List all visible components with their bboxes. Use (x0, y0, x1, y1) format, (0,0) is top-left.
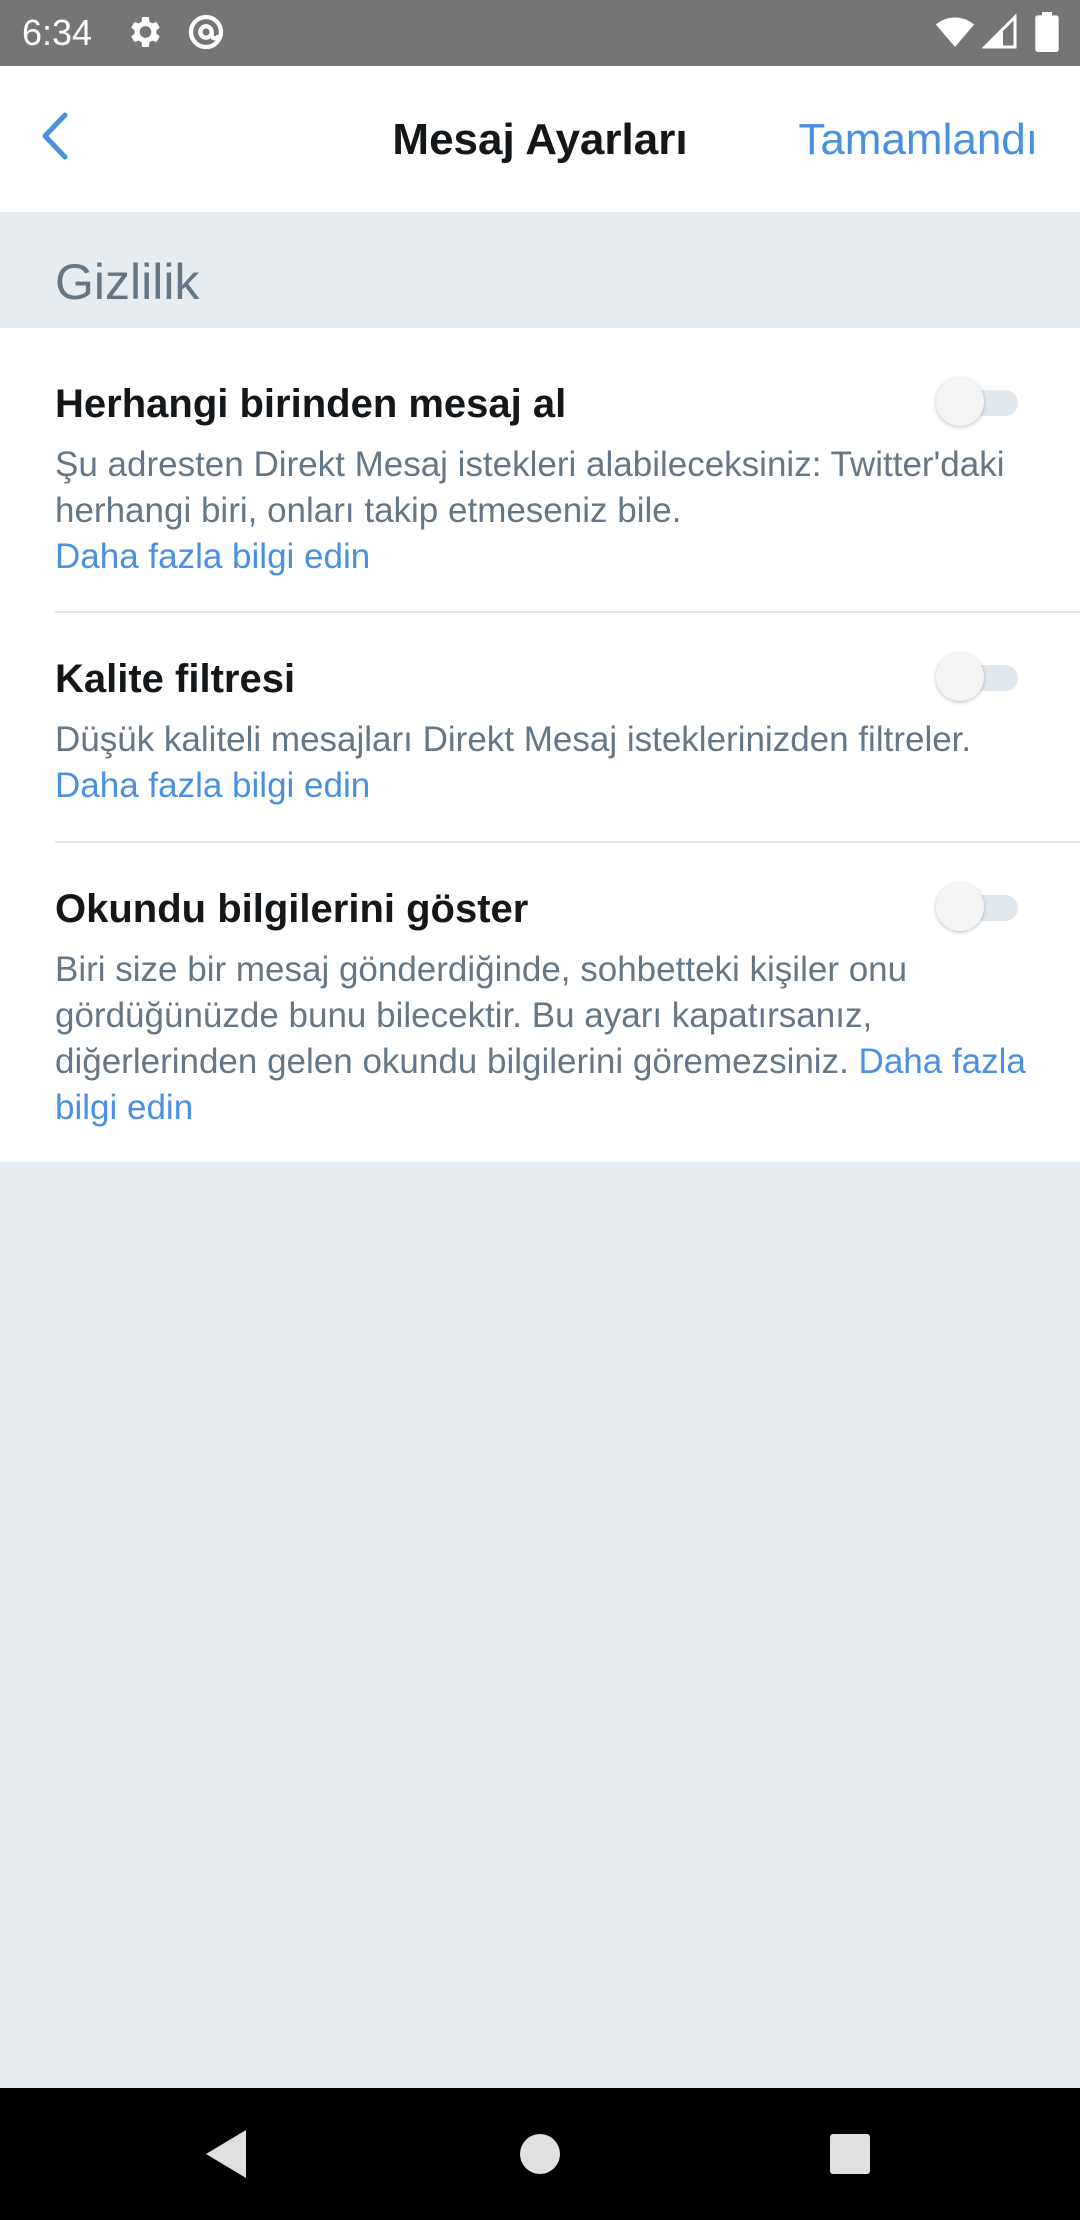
learn-more-link[interactable]: Daha fazla bilgi edin (55, 766, 370, 805)
setting-description: Biri size bir mesaj gönderdiğinde, sohbe… (55, 947, 1045, 1131)
recents-square-icon (830, 2134, 870, 2174)
setting-description-text: Şu adresten Direkt Mesaj istekleri alabi… (55, 445, 1005, 530)
signal-icon (982, 13, 1017, 49)
setting-item-read-receipts: Okundu bilgilerini göster Biri size bir … (0, 843, 1080, 1162)
home-circle-icon (520, 2134, 560, 2174)
quality-filter-toggle[interactable] (936, 649, 1022, 705)
settings-list: Herhangi birinden mesaj al Şu adresten D… (0, 328, 1080, 1162)
toggle-thumb (936, 653, 984, 701)
setting-item-quality-filter: Kalite filtresi Düşük kaliteli mesajları… (0, 613, 1080, 843)
gear-icon (131, 17, 160, 47)
setting-title: Okundu bilgilerini göster (55, 887, 529, 931)
top-app-bar: Mesaj Ayarları Tamamlandı (0, 66, 1080, 212)
learn-more-link[interactable]: Daha fazla bilgi edin (55, 537, 370, 576)
receive-messages-toggle[interactable] (936, 374, 1022, 430)
done-button[interactable]: Tamamlandı (798, 114, 1038, 166)
nav-recents-button[interactable] (820, 2124, 880, 2184)
battery-icon (1035, 12, 1059, 52)
wifi-icon (935, 17, 975, 47)
nav-back-button[interactable] (196, 2124, 256, 2184)
read-receipts-toggle[interactable] (936, 879, 1022, 935)
section-header: Gizlilik (0, 212, 1080, 328)
status-bar: 6:34 (0, 0, 1080, 66)
setting-description-text: Biri size bir mesaj gönderdiğinde, sohbe… (55, 950, 908, 1081)
setting-item-receive-messages: Herhangi birinden mesaj al Şu adresten D… (0, 328, 1080, 612)
section-title: Gizlilik (55, 254, 200, 310)
system-nav-bar (0, 2088, 1080, 2220)
at-sign-icon (188, 14, 224, 50)
status-time: 6:34 (22, 12, 93, 53)
toggle-thumb (936, 883, 984, 931)
setting-description: Düşük kaliteli mesajları Direkt Mesaj is… (55, 717, 1045, 809)
setting-title: Kalite filtresi (55, 657, 296, 701)
toggle-thumb (936, 378, 984, 426)
setting-description-text: Düşük kaliteli mesajları Direkt Mesaj is… (55, 720, 972, 759)
setting-description: Şu adresten Direkt Mesaj istekleri alabi… (55, 442, 1045, 580)
back-triangle-icon (206, 2130, 246, 2178)
nav-home-button[interactable] (510, 2124, 570, 2184)
setting-title: Herhangi birinden mesaj al (55, 382, 567, 426)
